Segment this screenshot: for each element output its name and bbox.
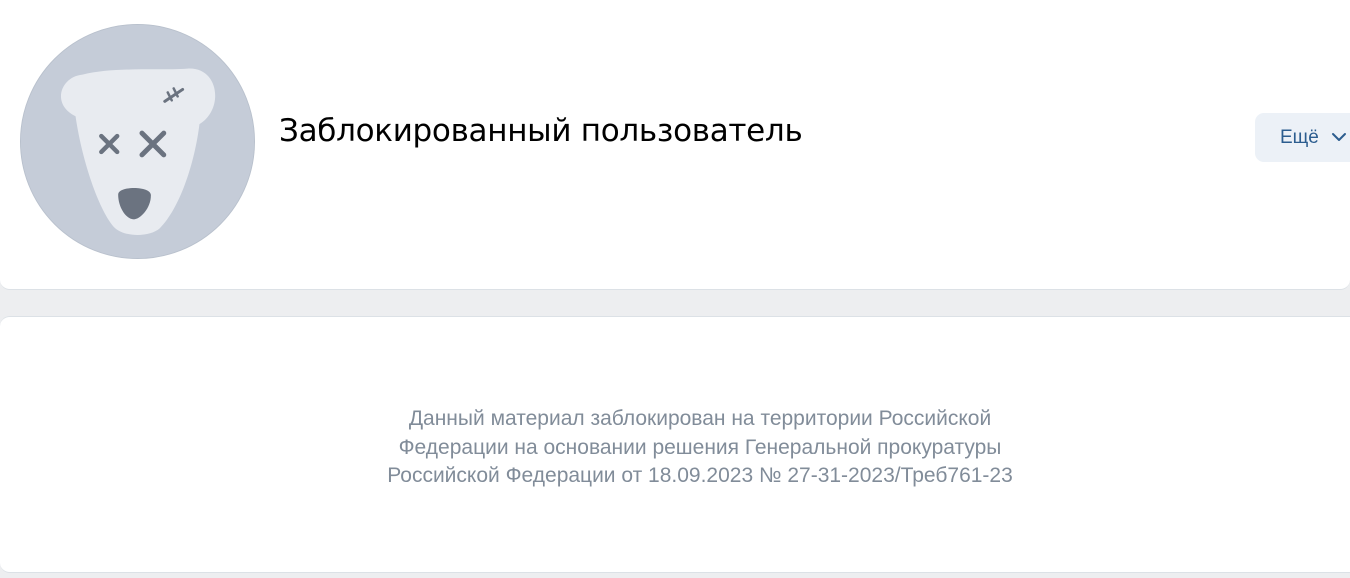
profile-header: Заблокированный пользователь Ещё bbox=[0, 0, 1350, 290]
blocked-message-line: Данный материал заблокирован на территор… bbox=[408, 407, 992, 430]
blocked-message-line: Российской Федерации от 18.09.2023 № 27-… bbox=[387, 464, 1013, 487]
blocked-message: Данный материал заблокирован на территор… bbox=[0, 405, 1350, 491]
blocked-dog-icon bbox=[21, 25, 254, 258]
more-button[interactable]: Ещё bbox=[1255, 113, 1350, 162]
avatar bbox=[20, 24, 255, 259]
chevron-down-icon bbox=[1331, 126, 1347, 148]
profile-name: Заблокированный пользователь bbox=[279, 113, 803, 149]
blocked-notice-card: Данный материал заблокирован на территор… bbox=[0, 316, 1350, 573]
more-button-label: Ещё bbox=[1280, 126, 1319, 148]
blocked-message-line: Федерации на основании решения Генеральн… bbox=[398, 435, 1002, 459]
